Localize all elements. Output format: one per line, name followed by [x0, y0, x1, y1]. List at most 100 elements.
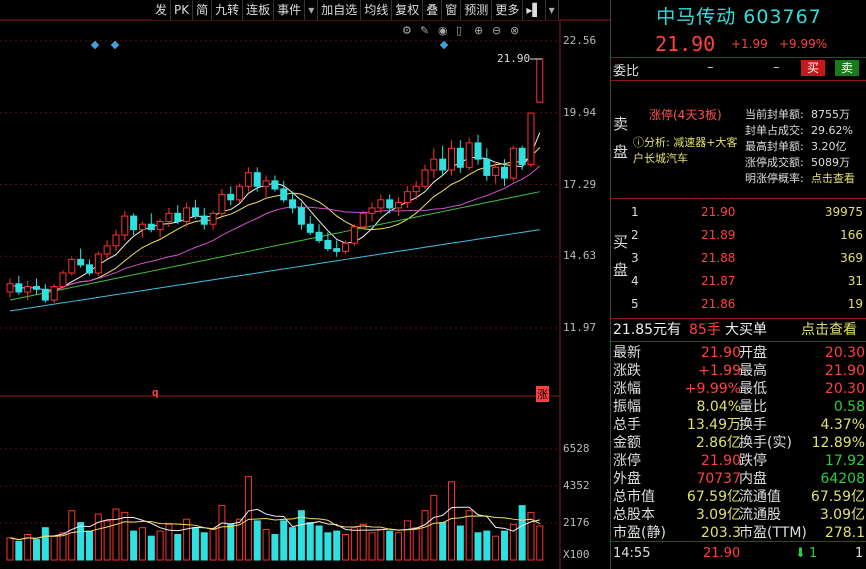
candle-body	[41, 288, 49, 301]
toolbar-item[interactable]: 更多	[492, 0, 524, 20]
candle-body	[483, 158, 491, 176]
divider	[611, 318, 866, 319]
zoom-in-icon[interactable]: ⊕	[474, 24, 483, 37]
candle-body	[85, 264, 93, 274]
stock-title: 中马传动 603767	[656, 6, 822, 28]
quote-row: 涨停 21.90 跌停 17.92	[613, 452, 865, 470]
quote-value: 64208	[820, 471, 865, 487]
toolbar-item[interactable]: 连板	[243, 0, 275, 20]
volume-bar	[138, 527, 146, 561]
kline-chart[interactable]: 发 PK 简九转 连板 事件 ▾ 加自选 均线 复权叠窗预测 更多 ▸▌ ▾ ⚙ ✎ ◉ ▯ ⊕ ⊖ …	[0, 0, 610, 569]
candle-body	[359, 212, 367, 228]
quote-row: 金额 2.86亿 换手(实) 12.89%	[613, 434, 865, 452]
candle-body	[324, 239, 332, 250]
volume-bar	[430, 494, 438, 561]
candle-body	[368, 207, 376, 214]
stat-label: 明涨停概率:	[745, 172, 804, 185]
quote-row: 最新 21.90 开盘 20.30	[613, 344, 865, 362]
settings-icon[interactable]: ⚙	[402, 24, 412, 37]
quote-value: 20.30	[824, 381, 865, 397]
bid-row[interactable]: 1 21.90 39975	[631, 201, 865, 224]
limit-up-marker: 涨	[536, 386, 549, 402]
big-trade-type: 大买单	[725, 322, 767, 338]
bid-row[interactable]: 5 21.86 19	[631, 293, 865, 316]
zoom-out-icon[interactable]: ⊖	[492, 24, 501, 37]
stat-value: 8755万	[811, 108, 850, 121]
buy-button[interactable]: 买	[801, 60, 825, 76]
toolbar-item[interactable]: 事件	[274, 0, 306, 20]
chart-canvas[interactable]	[0, 0, 610, 569]
toolbar-item[interactable]: 叠	[423, 0, 443, 20]
stat-value: 29.62%	[811, 124, 853, 137]
bid-level: 4	[631, 274, 639, 288]
bid-row[interactable]: 4 21.87 31	[631, 270, 865, 293]
bid-row[interactable]: 3 21.88 369	[631, 247, 865, 270]
stat-value[interactable]: 点击查看	[811, 171, 855, 187]
stat-value: 5089万	[811, 156, 850, 169]
toolbar-item[interactable]: 发	[152, 0, 172, 20]
candle-body	[421, 169, 429, 187]
volume-bar	[386, 530, 394, 561]
toolbar-item[interactable]: 九转	[212, 0, 244, 20]
stat-label: 涨停成交额:	[745, 156, 804, 169]
big-trade-row: 21.85元有 85手 大买单 点击查看	[613, 320, 866, 340]
toolbar-item[interactable]: 预测	[461, 0, 493, 20]
quote-value: 21.90	[700, 453, 741, 469]
toolbar-item[interactable]: ▾	[305, 0, 319, 20]
quote-label: 跌停	[739, 453, 767, 469]
weibi-label: 委比	[613, 64, 640, 79]
candle-body	[24, 286, 32, 293]
divider	[611, 341, 866, 342]
volume-bar	[183, 518, 191, 561]
lock-icon[interactable]: ▯	[456, 24, 462, 37]
candle-body	[536, 58, 544, 103]
toolbar-item[interactable]: PK	[171, 0, 194, 20]
toolbar-item[interactable]: ▾	[546, 0, 559, 20]
candle-body	[147, 223, 155, 231]
big-trade-link[interactable]: 点击查看	[801, 320, 857, 340]
volume-bar	[227, 523, 235, 561]
candle-body	[456, 147, 464, 168]
sell-button[interactable]: 卖	[835, 60, 859, 76]
toolbar-item[interactable]: 简	[193, 0, 213, 20]
volume-bar	[456, 525, 464, 561]
volume-bar	[94, 513, 102, 561]
draw-icon[interactable]: ✎	[420, 24, 429, 37]
bid-row[interactable]: 2 21.89 166	[631, 224, 865, 247]
quote-label: 最高	[739, 363, 767, 379]
weicha-value: –	[773, 60, 780, 75]
quote-value: 203.3	[700, 525, 741, 541]
candle-body	[306, 223, 314, 233]
price-axis-label: 22.56	[563, 34, 597, 47]
candle-body	[183, 207, 191, 222]
price-row: 21.90 +1.99 +9.99%	[611, 32, 866, 56]
eye-icon[interactable]: ◉	[438, 24, 448, 37]
tick-volume: 1	[809, 546, 818, 561]
candle-body	[439, 158, 447, 171]
big-trade-volume: 85手	[689, 322, 721, 338]
stat-value: 3.20亿	[811, 140, 847, 153]
quote-label: 最低	[739, 381, 767, 397]
candle-body	[218, 193, 226, 214]
toolbar-item[interactable]: ▸▌	[523, 0, 546, 20]
buy-label-1: 买	[613, 233, 629, 251]
price-axis-label: 11.97	[563, 321, 597, 334]
quote-value: 12.89%	[811, 435, 865, 451]
quote-value: 278.1	[824, 525, 865, 541]
quote-row: 总手 13.49万 换手 4.37%	[613, 416, 865, 434]
quote-value: 67.59亿	[686, 489, 741, 505]
analysis-text[interactable]: ⓘ分析: 减速器+大客户长城汽车	[633, 135, 743, 167]
toolbar-item[interactable]: 均线	[361, 0, 393, 20]
volume-bar	[306, 522, 314, 561]
candle-body	[386, 199, 394, 209]
quote-label: 市盈(静)	[613, 525, 666, 541]
toolbar-item[interactable]: 复权	[392, 0, 424, 20]
candle-body	[156, 220, 164, 231]
high-price-label: 21.90	[497, 52, 531, 65]
bid-level: 1	[631, 205, 639, 219]
divider	[611, 80, 866, 81]
close-icon[interactable]: ⊗	[510, 24, 519, 37]
toolbar-item[interactable]: 窗	[442, 0, 462, 20]
volume-axis-label: 2176	[563, 516, 590, 529]
toolbar-item[interactable]: 加自选	[318, 0, 362, 20]
